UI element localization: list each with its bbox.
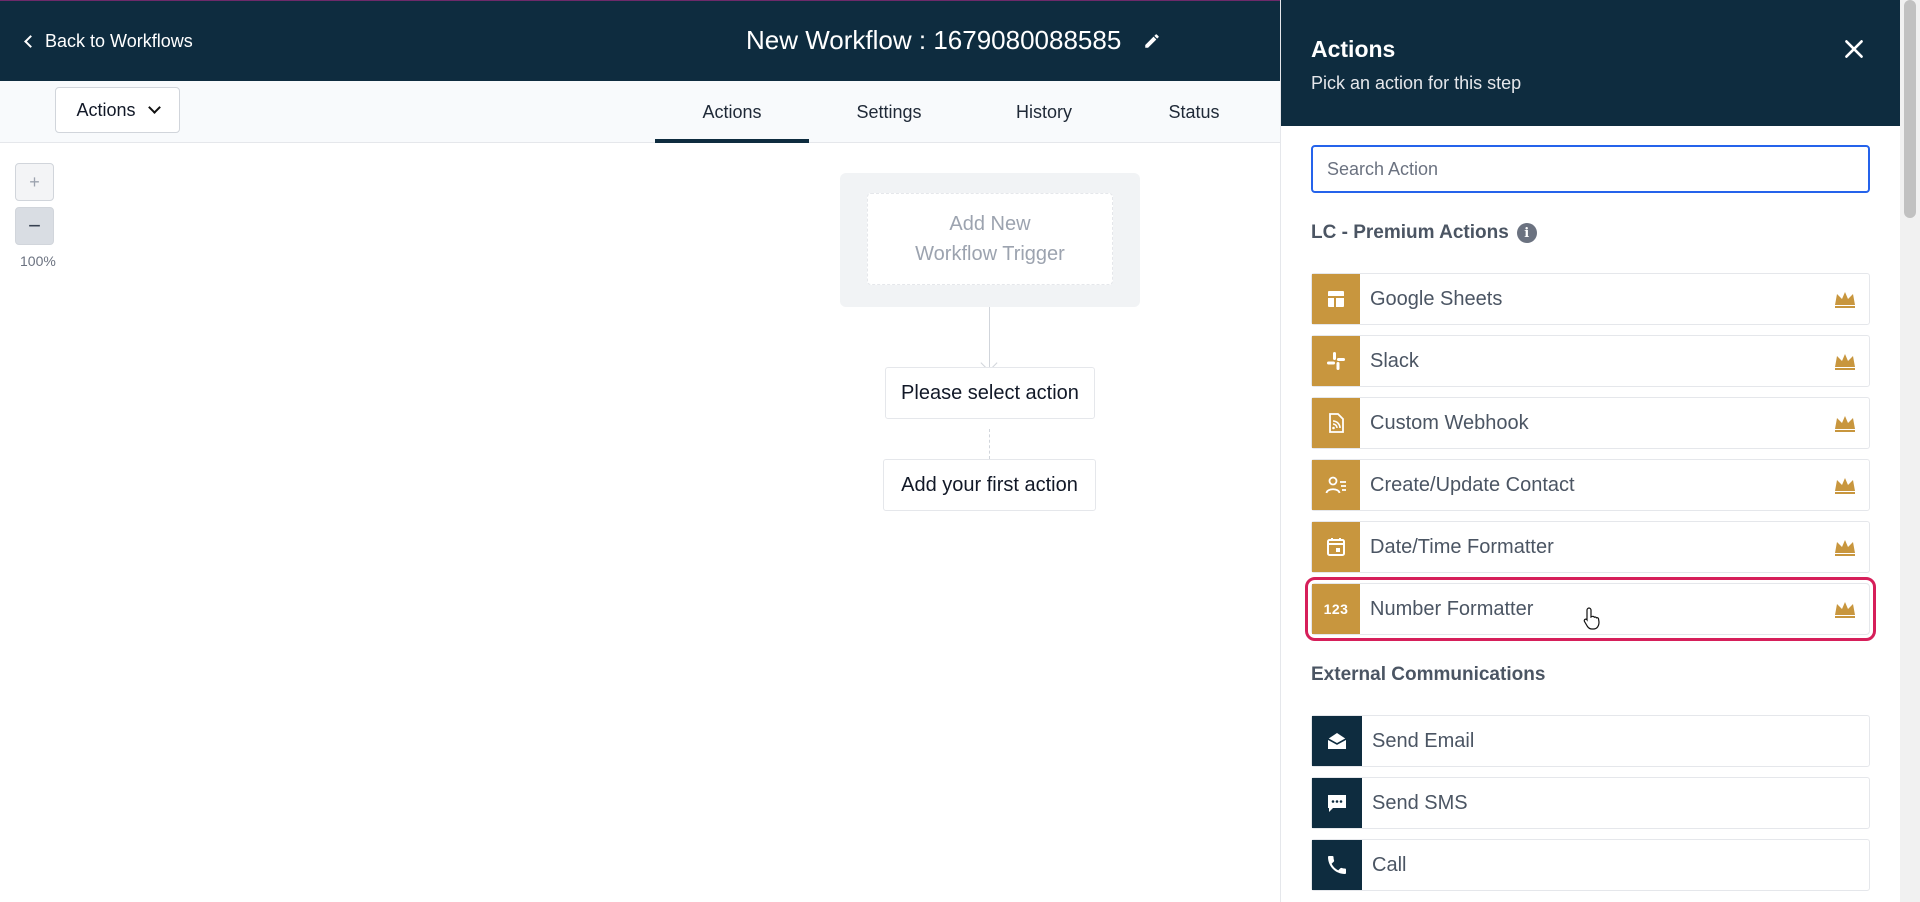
action-custom-webhook[interactable]: Custom Webhook [1311, 397, 1870, 449]
trigger-label-line1: Add New [949, 213, 1031, 235]
panel-header: Actions Pick an action for this step [1281, 0, 1900, 126]
external-section-title: External Communications [1311, 664, 1545, 686]
workflow-title: New Workflow : 1679080088585 [746, 25, 1161, 56]
premium-section-label: LC - Premium Actions [1311, 222, 1509, 243]
action-label: Date/Time Formatter [1370, 535, 1554, 558]
action-send-email[interactable]: Send Email [1311, 715, 1870, 767]
crown-icon [1835, 602, 1855, 618]
dashed-connector-line [989, 429, 990, 459]
tab-actions[interactable]: Actions [655, 81, 809, 144]
sms-icon [1312, 778, 1362, 828]
zoom-level: 100% [20, 253, 56, 269]
sub-header: Actions Actions Settings History Status [0, 81, 1280, 144]
crown-icon [1835, 478, 1855, 494]
action-send-sms[interactable]: Send SMS [1311, 777, 1870, 829]
mail-icon [1312, 716, 1362, 766]
pencil-icon[interactable] [1143, 32, 1161, 50]
action-label: Custom Webhook [1370, 411, 1529, 434]
chevron-left-icon [24, 35, 37, 48]
select-action-node[interactable]: Please select action [885, 367, 1095, 419]
trigger-label-line2: Workflow Trigger [915, 243, 1065, 265]
scrollbar-thumb[interactable] [1904, 0, 1916, 218]
back-link-label: Back to Workflows [45, 31, 193, 51]
action-label: Send Email [1372, 729, 1475, 752]
action-label: Slack [1370, 349, 1419, 372]
external-section-label: External Communications [1311, 664, 1546, 685]
workflow-canvas[interactable]: + − 100% Add New Workflow Trigger Please… [0, 143, 1280, 902]
chevron-down-icon [147, 101, 161, 114]
action-date-time-formatter[interactable]: Date/Time Formatter [1311, 521, 1870, 573]
top-bar: Back to Workflows New Workflow : 1679080… [0, 0, 1280, 81]
hand-cursor-icon [1583, 607, 1600, 630]
crown-icon [1835, 540, 1855, 556]
panel-subtitle: Pick an action for this step [1311, 73, 1522, 93]
action-google-sheets[interactable]: Google Sheets [1311, 273, 1870, 325]
webhook-icon [1312, 398, 1360, 448]
action-label: Call [1372, 853, 1407, 876]
slack-icon [1312, 336, 1360, 386]
close-icon[interactable] [1841, 36, 1867, 62]
action-label: Google Sheets [1370, 287, 1503, 310]
tab-settings[interactable]: Settings [809, 81, 969, 143]
tab-bar: Actions Settings History Status [655, 81, 1269, 144]
actions-dropdown-label: Actions [76, 99, 136, 120]
zoom-out-button[interactable]: − [15, 207, 54, 245]
tab-history[interactable]: History [969, 81, 1119, 143]
add-trigger-button[interactable]: Add New Workflow Trigger [867, 193, 1113, 285]
action-create-update-contact[interactable]: Create/Update Contact [1311, 459, 1870, 511]
crown-icon [1835, 292, 1855, 308]
table-icon [1312, 274, 1360, 324]
number-icon-text: 123 [1323, 601, 1349, 617]
crown-icon [1835, 416, 1855, 432]
contact-icon [1312, 460, 1360, 510]
action-call[interactable]: Call [1311, 839, 1870, 891]
panel-title: Actions [1311, 36, 1396, 62]
actions-dropdown[interactable]: Actions [55, 87, 180, 133]
trigger-container: Add New Workflow Trigger [840, 173, 1140, 307]
info-icon[interactable]: i [1516, 223, 1537, 243]
crown-icon [1835, 354, 1855, 370]
calendar-icon [1312, 522, 1360, 572]
page-scrollbar[interactable] [1900, 0, 1920, 902]
tab-status[interactable]: Status [1119, 81, 1269, 143]
phone-icon [1312, 840, 1362, 890]
number-icon: 123 [1312, 584, 1360, 634]
back-to-workflows-link[interactable]: Back to Workflows [24, 31, 193, 52]
action-slack[interactable]: Slack [1311, 335, 1870, 387]
action-label: Send SMS [1372, 791, 1468, 814]
app-root: Back to Workflows New Workflow : 1679080… [0, 0, 1920, 902]
action-label: Create/Update Contact [1370, 473, 1575, 496]
workflow-title-text: New Workflow : 1679080088585 [746, 25, 1122, 55]
actions-panel: Actions Pick an action for this step LC … [1280, 0, 1900, 902]
premium-section-title: LC - Premium Actions i [1311, 222, 1537, 244]
zoom-in-button[interactable]: + [15, 163, 54, 201]
add-first-action-node[interactable]: Add your first action [883, 459, 1096, 511]
search-action-input[interactable] [1311, 145, 1870, 193]
